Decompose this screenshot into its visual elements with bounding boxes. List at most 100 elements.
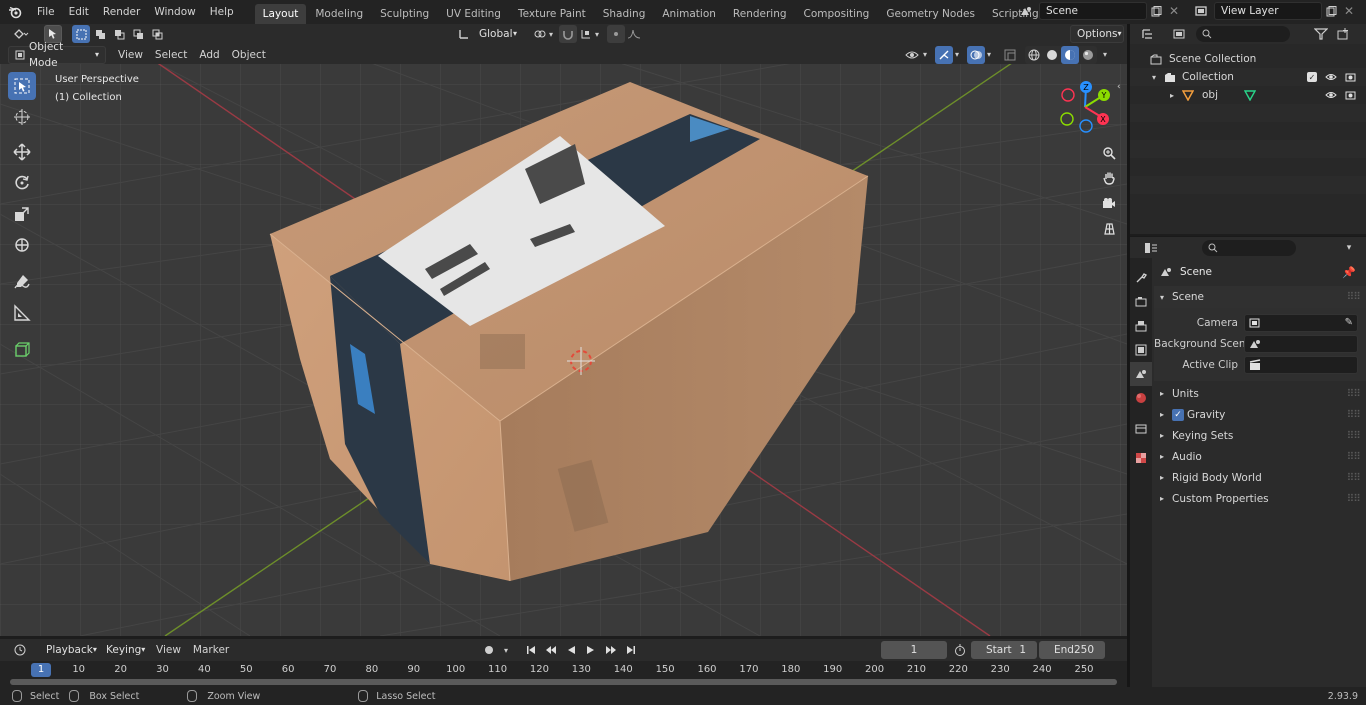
custom-properties-panel-header[interactable]: ▸ Custom Properties ⠿⠿ bbox=[1154, 488, 1366, 509]
collection-tab-icon[interactable] bbox=[1130, 416, 1152, 440]
menu-window[interactable]: Window bbox=[147, 0, 202, 24]
tab-geometry-nodes[interactable]: Geometry Nodes bbox=[878, 4, 983, 24]
chevron-down-icon[interactable]: ▾ bbox=[500, 641, 512, 659]
texture-tab-icon[interactable] bbox=[1130, 446, 1152, 470]
camera-view-icon[interactable] bbox=[1098, 192, 1120, 214]
drag-handle-icon[interactable]: ⠿⠿ bbox=[1347, 291, 1361, 303]
orientation-dropdown[interactable]: Global ▾ bbox=[473, 25, 523, 43]
drag-handle-icon[interactable]: ⠿⠿ bbox=[1347, 451, 1361, 463]
tab-rendering[interactable]: Rendering bbox=[725, 4, 795, 24]
solid-shading-icon[interactable] bbox=[1043, 46, 1061, 64]
render-tab-icon[interactable] bbox=[1130, 290, 1152, 314]
pan-hand-icon[interactable] bbox=[1098, 167, 1120, 189]
menu-edit[interactable]: Edit bbox=[62, 0, 96, 24]
annotate-tool-icon[interactable] bbox=[8, 268, 36, 296]
scene-panel-header[interactable]: ▾ Scene ⠿⠿ bbox=[1154, 286, 1366, 308]
outliner-search-input[interactable] bbox=[1196, 26, 1290, 42]
gravity-checkbox[interactable]: ✓ bbox=[1172, 408, 1184, 421]
cardboard-box-object[interactable] bbox=[269, 82, 869, 582]
selection-subtract-icon[interactable] bbox=[110, 25, 128, 43]
tool-tab-icon[interactable] bbox=[1130, 266, 1152, 290]
tab-layout[interactable]: Layout bbox=[254, 4, 307, 24]
drag-handle-icon[interactable]: ⠿⠿ bbox=[1347, 388, 1361, 400]
add-cube-tool-icon[interactable] bbox=[8, 336, 36, 364]
menu-select[interactable]: Select bbox=[149, 46, 193, 64]
timeline-ruler[interactable]: 1 10 20 30 40 50 60 70 80 90 100 110 120 130 140 150 160… bbox=[0, 663, 1127, 678]
playback-menu[interactable]: Playback ▾ bbox=[40, 641, 97, 659]
outliner-object-row[interactable]: ▸ obj bbox=[1130, 86, 1366, 104]
outliner-scene-collection[interactable]: Scene Collection bbox=[1130, 50, 1366, 68]
active-clip-field[interactable] bbox=[1244, 355, 1358, 374]
menu-file[interactable]: File bbox=[30, 0, 62, 24]
outliner-collection-row[interactable]: ▾ Collection ✓ bbox=[1130, 68, 1366, 86]
tab-compositing[interactable]: Compositing bbox=[796, 4, 878, 24]
cursor-tool-icon[interactable] bbox=[8, 103, 36, 131]
navigation-gizmo[interactable]: Z Y X bbox=[1055, 74, 1125, 134]
render-camera-icon[interactable] bbox=[1345, 90, 1356, 100]
delete-scene-icon[interactable]: ✕ bbox=[1165, 2, 1183, 20]
next-keyframe-icon[interactable] bbox=[602, 641, 620, 659]
proportional-falloff-icon[interactable] bbox=[625, 25, 643, 43]
eyedropper-icon[interactable]: ✎ bbox=[1345, 317, 1353, 328]
new-collection-icon[interactable] bbox=[1334, 25, 1352, 43]
play-icon[interactable] bbox=[582, 641, 600, 659]
record-icon[interactable] bbox=[480, 641, 498, 659]
menu-add[interactable]: Add bbox=[193, 46, 225, 64]
view-layer-tab-icon[interactable] bbox=[1130, 338, 1152, 362]
world-tab-icon[interactable] bbox=[1130, 386, 1152, 410]
area-divider[interactable] bbox=[1127, 24, 1130, 687]
new-view-layer-icon[interactable] bbox=[1322, 2, 1340, 20]
pin-icon[interactable]: 📌 bbox=[1342, 266, 1356, 279]
rigid-body-world-panel-header[interactable]: ▸ Rigid Body World ⠿⠿ bbox=[1154, 467, 1366, 488]
tab-animation[interactable]: Animation bbox=[654, 4, 724, 24]
drag-handle-icon[interactable]: ⠿⠿ bbox=[1347, 409, 1361, 421]
gizmo-toggle-icon[interactable] bbox=[935, 45, 954, 64]
filter-icon[interactable] bbox=[1308, 25, 1334, 43]
object-mode-dropdown[interactable]: Object Mode ▾ bbox=[8, 41, 106, 69]
render-camera-icon[interactable] bbox=[1345, 72, 1356, 82]
end-frame-field[interactable]: End 250 bbox=[1039, 641, 1105, 659]
xray-toggle-icon[interactable] bbox=[1001, 46, 1019, 64]
jump-end-icon[interactable] bbox=[622, 641, 640, 659]
delete-view-layer-icon[interactable]: ✕ bbox=[1340, 2, 1358, 20]
keying-menu[interactable]: Keying ▾ bbox=[100, 641, 146, 659]
rendered-shading-icon[interactable] bbox=[1079, 46, 1097, 64]
tab-texture-paint[interactable]: Texture Paint bbox=[510, 4, 594, 24]
measure-tool-icon[interactable] bbox=[8, 299, 36, 327]
properties-editor-type-icon[interactable] bbox=[1138, 239, 1164, 257]
start-frame-field[interactable]: Start 1 bbox=[971, 641, 1037, 659]
overlays-toggle-icon[interactable] bbox=[967, 45, 986, 64]
scene-browse-icon[interactable] bbox=[1013, 2, 1039, 20]
properties-search-input[interactable] bbox=[1202, 239, 1296, 256]
scene-name-field[interactable]: Scene bbox=[1039, 2, 1147, 20]
tab-modeling[interactable]: Modeling bbox=[307, 4, 371, 24]
menu-object[interactable]: Object bbox=[226, 46, 272, 64]
move-tool-icon[interactable] bbox=[8, 138, 36, 166]
display-mode-icon[interactable] bbox=[1166, 25, 1192, 43]
proportional-editing-icon[interactable] bbox=[607, 25, 626, 43]
menu-help[interactable]: Help bbox=[203, 0, 241, 24]
units-panel-header[interactable]: ▸ Units ⠿⠿ bbox=[1154, 383, 1366, 404]
transform-tool-icon[interactable] bbox=[8, 231, 36, 259]
visibility-icon[interactable] bbox=[903, 46, 921, 64]
exclude-checkbox[interactable]: ✓ bbox=[1307, 72, 1317, 82]
timeline-scrollbar[interactable] bbox=[10, 679, 1117, 685]
scene-tab-icon[interactable] bbox=[1130, 362, 1152, 386]
options-dropdown[interactable]: Options ▾ bbox=[1070, 25, 1124, 43]
eye-icon[interactable] bbox=[1325, 72, 1337, 82]
snap-toggle-icon[interactable] bbox=[559, 25, 578, 43]
3d-viewport[interactable]: User Perspective (1) Collection Z Y X ‹ bbox=[0, 44, 1127, 636]
view-layer-name-field[interactable]: View Layer bbox=[1214, 2, 1322, 20]
drag-handle-icon[interactable]: ⠿⠿ bbox=[1347, 493, 1361, 505]
timeline-menu-view[interactable]: View bbox=[150, 641, 187, 659]
output-tab-icon[interactable] bbox=[1130, 314, 1152, 338]
drag-handle-icon[interactable]: ⠿⠿ bbox=[1347, 472, 1361, 484]
expand-arrow-icon[interactable]: ▾ bbox=[1152, 73, 1164, 82]
expand-arrow-icon[interactable]: ▸ bbox=[1170, 91, 1182, 100]
mesh-data-icon[interactable] bbox=[1244, 89, 1257, 101]
pivot-point-icon[interactable] bbox=[531, 25, 549, 43]
current-frame-field[interactable]: 1 bbox=[881, 641, 947, 659]
jump-start-icon[interactable] bbox=[522, 641, 540, 659]
new-scene-icon[interactable] bbox=[1147, 2, 1165, 20]
drag-handle-icon[interactable]: ⠿⠿ bbox=[1347, 430, 1361, 442]
